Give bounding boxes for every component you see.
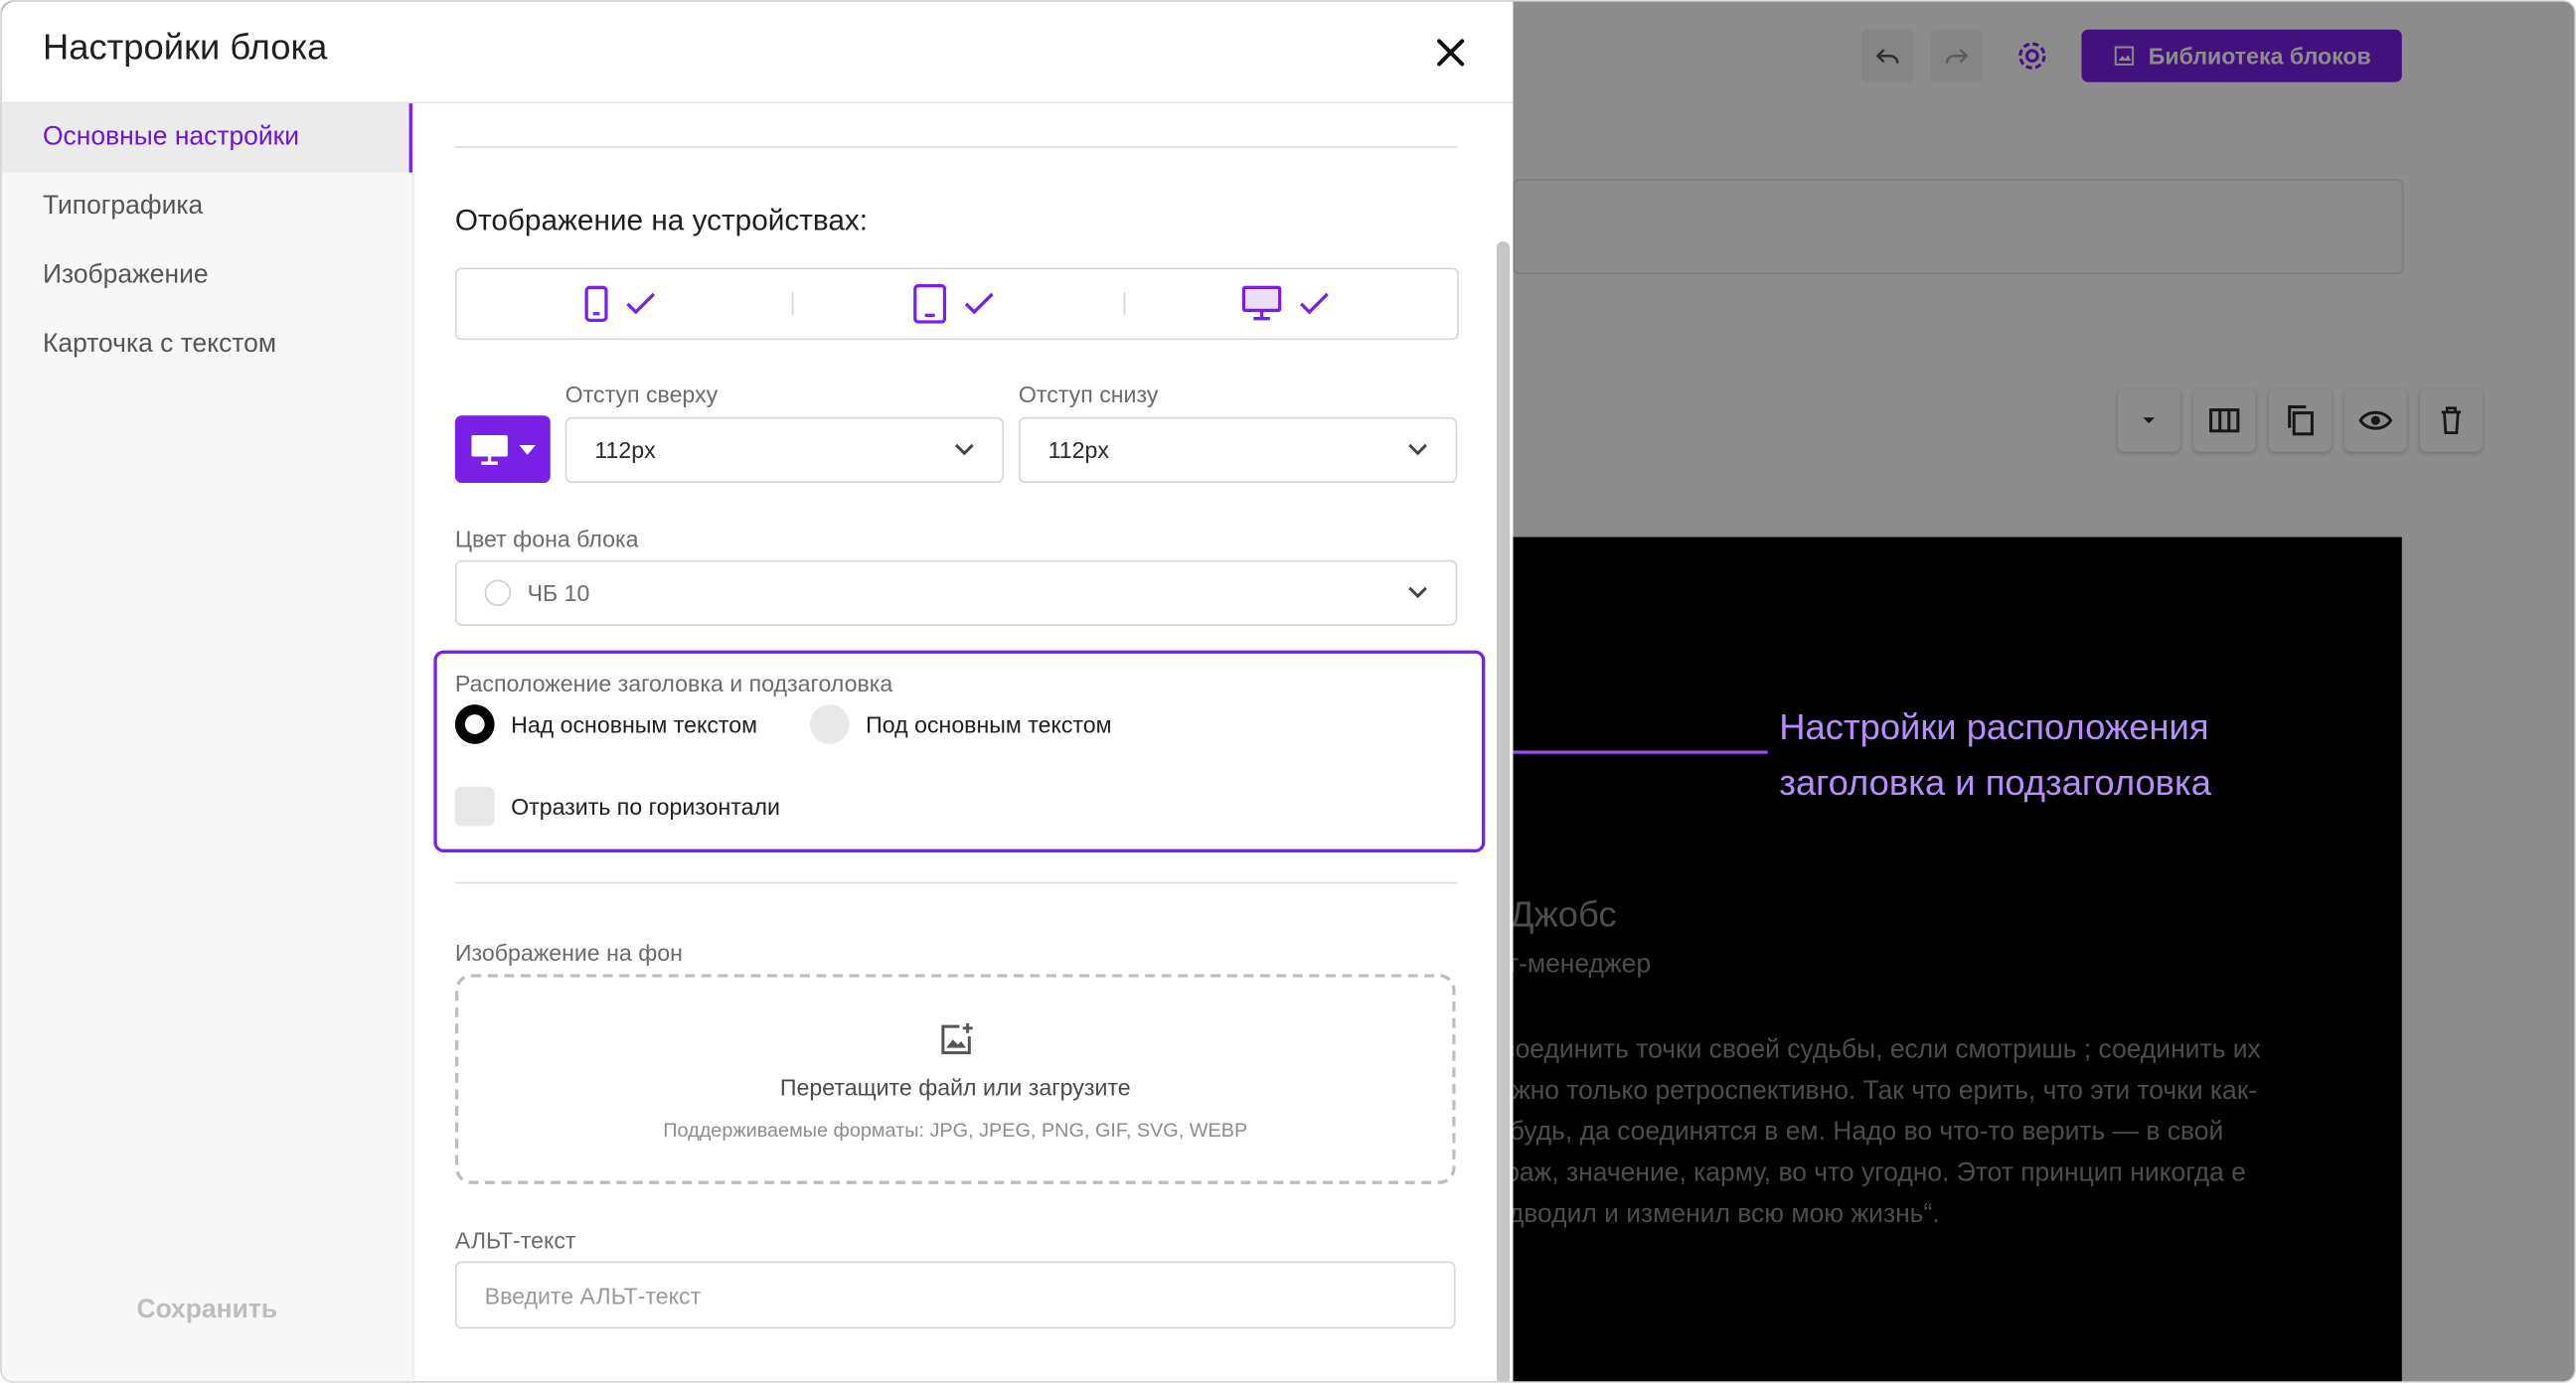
padding-bottom-label: Отступ снизу xyxy=(1018,381,1159,407)
bg-color-label: Цвет фона блока xyxy=(454,525,639,552)
radio-above-text[interactable]: Над основным текстом xyxy=(454,704,758,744)
radio-below-text[interactable]: Под основным текстом xyxy=(809,704,1112,744)
file-drop-zone[interactable]: Перетащите файл или загрузите Поддержива… xyxy=(454,974,1456,1184)
caret-down-icon xyxy=(519,444,536,455)
mirror-label: Отразить по горизонтали xyxy=(511,793,780,820)
alt-text-label: АЛЬТ-текст xyxy=(454,1226,576,1254)
scrollbar[interactable] xyxy=(1496,240,1511,1382)
chevron-down-icon xyxy=(955,443,974,456)
devices-title: Отображение на устройствах: xyxy=(454,203,869,237)
annotation-line xyxy=(1496,750,1768,754)
radio-selected xyxy=(454,704,495,744)
check-icon xyxy=(1300,292,1329,315)
bg-image-label: Изображение на фон xyxy=(454,939,683,966)
divider xyxy=(454,146,1458,148)
sidebar-item-label: Карточка с текстом xyxy=(42,330,277,359)
check-icon xyxy=(626,292,656,315)
padding-top-label: Отступ сверху xyxy=(564,381,719,407)
padding-bottom-value: 112px xyxy=(1047,436,1109,464)
chevron-down-icon xyxy=(1408,443,1427,456)
radio-above-label: Над основным текстом xyxy=(511,710,758,738)
sidebar-item-typography[interactable]: Типографика xyxy=(2,173,412,241)
sidebar-item-basic[interactable]: Основные настройки xyxy=(1,103,412,173)
supported-formats: Поддерживаемые форматы: JPG, JPEG, PNG, … xyxy=(663,1118,1248,1142)
sidebar-item-label: Изображение xyxy=(42,260,209,289)
separator xyxy=(791,292,794,316)
padding-bottom-select[interactable]: 112px xyxy=(1018,416,1458,483)
separator xyxy=(1123,292,1126,316)
sidebar-item-image[interactable]: Изображение xyxy=(2,241,412,310)
sidebar-item-label: Типографика xyxy=(42,192,204,221)
check-icon xyxy=(964,292,994,315)
add-image-icon xyxy=(941,1022,973,1055)
chevron-down-icon xyxy=(1408,586,1427,599)
sidebar-item-label: Основные настройки xyxy=(42,122,300,152)
radio-below-label: Под основным текстом xyxy=(866,710,1112,738)
close-icon xyxy=(1437,39,1465,67)
alt-text-input[interactable] xyxy=(454,1261,1456,1329)
device-phone-toggle[interactable] xyxy=(584,269,657,338)
desktop-icon xyxy=(471,434,508,464)
close-button[interactable] xyxy=(1428,30,1474,76)
color-swatch xyxy=(484,579,512,606)
padding-top-select[interactable]: 112px xyxy=(564,416,1005,483)
device-selector-button[interactable] xyxy=(454,415,551,483)
block-settings-modal: Настройки блока Основные настройки Типог… xyxy=(1,1,1514,1382)
phone-icon xyxy=(584,285,608,322)
checkbox-box xyxy=(454,786,495,827)
tablet-icon xyxy=(913,283,947,324)
annotation-text: Настройки расположения заголовка и подза… xyxy=(1779,705,2211,804)
device-tablet-toggle[interactable] xyxy=(913,269,996,338)
radio-unselected xyxy=(809,704,850,744)
bg-color-select[interactable]: ЧБ 10 xyxy=(454,559,1458,626)
heading-position-label: Расположение заголовка и подзаголовка xyxy=(454,670,893,696)
screen-frame: Библиотека блоков в Джобс ект-менеджер я… xyxy=(0,0,2576,1383)
device-visibility-toggle xyxy=(454,267,1459,341)
modal-title: Настройки блока xyxy=(42,26,328,68)
device-desktop-toggle[interactable] xyxy=(1241,269,1331,338)
bg-color-value: ЧБ 10 xyxy=(527,579,590,606)
settings-sidebar: Основные настройки Типографика Изображен… xyxy=(1,103,414,1382)
save-button[interactable]: Сохранить xyxy=(43,1283,372,1338)
mirror-checkbox[interactable]: Отразить по горизонтали xyxy=(454,786,780,827)
divider xyxy=(454,881,1458,884)
padding-top-value: 112px xyxy=(594,436,656,464)
desktop-icon xyxy=(1241,285,1282,321)
sidebar-item-text-card[interactable]: Карточка с текстом xyxy=(2,310,412,379)
drop-text: Перетащите файл или загрузите xyxy=(779,1074,1131,1101)
